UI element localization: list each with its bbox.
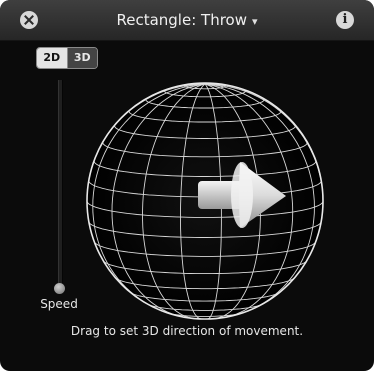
speed-slider-track[interactable] [58,80,63,288]
throw-hud-window: Rectangle: Throw ▾ i 2D 3D Speed Drag to… [0,0,374,371]
speed-slider-knob[interactable] [54,283,65,294]
window-title[interactable]: Rectangle: Throw ▾ [0,11,374,29]
dimension-toggle[interactable]: 2D 3D [36,47,98,69]
mode-3d-button[interactable]: 3D [66,48,97,68]
window-title-label: Rectangle: Throw [116,11,247,29]
info-icon[interactable]: i [336,11,354,29]
title-bar[interactable]: Rectangle: Throw ▾ i [0,0,374,41]
direction-sphere[interactable] [80,76,330,326]
direction-hint: Drag to set 3D direction of movement. [70,324,304,338]
mode-2d-button[interactable]: 2D [37,48,67,68]
dropdown-caret-icon: ▾ [251,15,258,28]
